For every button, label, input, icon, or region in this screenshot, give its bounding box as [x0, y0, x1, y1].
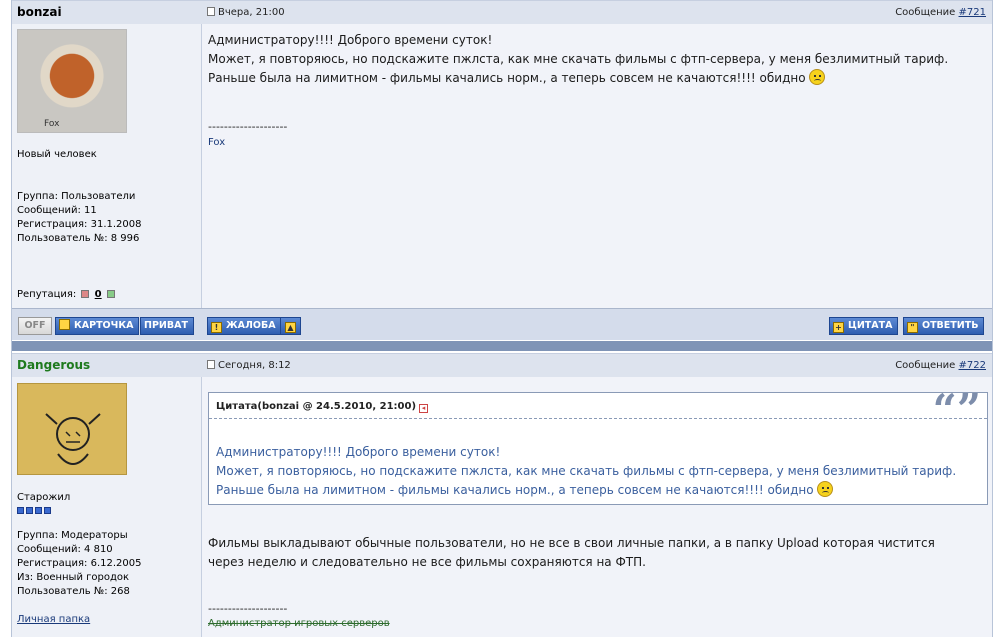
plus-icon: +	[833, 322, 844, 333]
private-message-button[interactable]: ПРИВАТ	[140, 317, 194, 335]
author-name[interactable]: Dangerous	[17, 358, 90, 372]
post-message: Фильмы выкладывают обычные пользователи,…	[208, 534, 935, 572]
message-prefix: Сообщение	[895, 360, 956, 371]
personal-folder-link[interactable]: Личная папка	[17, 613, 90, 627]
avatar[interactable]	[17, 383, 127, 475]
plus-icon[interactable]	[106, 290, 115, 298]
minus-icon[interactable]	[81, 290, 90, 298]
avatar-caption: Fox	[44, 119, 60, 129]
message-link[interactable]: #722	[959, 360, 986, 371]
sad-smiley-icon	[817, 481, 834, 497]
card-label: КАРТОЧКА	[74, 320, 134, 331]
user-rank: Старожил	[17, 492, 71, 503]
quote-label: ЦИТАТА	[848, 320, 893, 331]
quote-button[interactable]: + ЦИТАТА	[829, 317, 899, 335]
signature-separator: --------------------	[208, 120, 288, 133]
post-line: через неделю и следовательно не все филь…	[208, 555, 646, 569]
post-date-text: Сегодня, 8:12	[218, 360, 291, 371]
user-group: Группа: Пользователи	[17, 191, 136, 202]
star-icon	[26, 507, 33, 514]
quotation-mark-icon: “”	[932, 385, 981, 434]
signature-separator: --------------------	[208, 602, 288, 615]
post-actions-bar: OFF КАРТОЧКА ПРИВАТ ! ЖАЛОБА ▲ + ЦИТАТА " О…	[12, 308, 992, 340]
forum-frame: bonzai Вчера, 21:00 Сообщение #721 Fox Н…	[11, 0, 993, 637]
message-number: Сообщение #722	[895, 360, 986, 371]
post-line: Раньше была на лимитном - фильмы качалис…	[208, 69, 948, 88]
profile-card-button[interactable]: КАРТОЧКА	[55, 317, 140, 335]
quote-header: Цитата(bonzai @ 24.5.2010, 21:00) ◂ “”	[209, 389, 987, 431]
user-location: Из: Военный городок	[17, 572, 130, 583]
signature-link[interactable]: Fox	[208, 137, 225, 148]
private-label: ПРИВАТ	[144, 320, 188, 331]
rank-stars	[17, 505, 53, 519]
user-messages: Сообщений: 4 810	[17, 544, 113, 555]
star-icon	[17, 507, 24, 514]
user-number: Пользователь №: 268	[17, 586, 130, 597]
user-registered: Регистрация: 31.1.2008	[17, 219, 142, 230]
document-icon	[207, 360, 215, 369]
user-rank: Новый человек	[17, 149, 97, 160]
reputation-value[interactable]: 0	[95, 289, 102, 300]
quote-icon: "	[907, 322, 918, 333]
quote-text: Администратору!!!! Доброго времени суток…	[216, 443, 956, 500]
post-divider	[12, 341, 992, 351]
post-header: Dangerous Сегодня, 8:12 Сообщение #722	[12, 353, 992, 377]
reputation: Репутация: 0	[17, 288, 117, 302]
post-date-text: Вчера, 21:00	[218, 7, 285, 18]
user-icon	[59, 319, 70, 330]
post-line-text: Раньше была на лимитном - фильмы качалис…	[208, 71, 806, 85]
post-date: Сегодня, 8:12	[207, 360, 291, 371]
quote-line-text: Раньше была на лимитном - фильмы качалис…	[216, 483, 814, 497]
post-line: Может, я повторяюсь, но подскажите пжлст…	[208, 52, 949, 66]
report-button[interactable]: ! ЖАЛОБА	[207, 317, 282, 335]
message-link[interactable]: #721	[959, 7, 986, 18]
avatar-drawing	[45, 413, 101, 465]
reply-button[interactable]: " ОТВЕТИТЬ	[903, 317, 985, 335]
reply-label: ОТВЕТИТЬ	[922, 320, 979, 331]
sad-smiley-icon	[809, 69, 826, 85]
star-icon	[44, 507, 51, 514]
warning-icon: !	[211, 322, 222, 333]
post-line: Фильмы выкладывают обычные пользователи,…	[208, 536, 935, 550]
report-label: ЖАЛОБА	[226, 320, 276, 331]
post-header: bonzai Вчера, 21:00 Сообщение #721	[12, 0, 992, 24]
scroll-top-button[interactable]: ▲	[280, 317, 301, 335]
post-date: Вчера, 21:00	[207, 7, 285, 18]
quote-title: Цитата(bonzai @ 24.5.2010, 21:00) ◂	[216, 401, 429, 413]
message-number: Сообщение #721	[895, 7, 986, 18]
user-messages: Сообщений: 11	[17, 205, 97, 216]
quote-block: Цитата(bonzai @ 24.5.2010, 21:00) ◂ “” Ад…	[208, 389, 988, 505]
jump-to-post-icon[interactable]: ◂	[419, 404, 429, 413]
offline-status-button: OFF	[18, 317, 52, 335]
user-registered: Регистрация: 6.12.2005	[17, 558, 142, 569]
message-prefix: Сообщение	[895, 7, 956, 18]
post-line: Администратору!!!! Доброго времени суток…	[208, 33, 493, 47]
reputation-label: Репутация:	[17, 289, 77, 300]
user-group: Группа: Модераторы	[17, 530, 128, 541]
signature-text: Администратор игровых серверов	[208, 618, 390, 629]
document-icon	[207, 7, 215, 16]
quote-title-text: Цитата(bonzai @ 24.5.2010, 21:00)	[216, 401, 417, 412]
user-number: Пользователь №: 8 996	[17, 233, 140, 244]
post-message: Администратору!!!! Доброго времени суток…	[208, 31, 948, 88]
quote-line: Раньше была на лимитном - фильмы качалис…	[216, 481, 956, 500]
avatar[interactable]: Fox	[17, 29, 127, 133]
arrow-up-icon: ▲	[285, 322, 296, 333]
star-icon	[35, 507, 42, 514]
quote-line: Может, я повторяюсь, но подскажите пжлст…	[216, 464, 957, 478]
quote-line: Администратору!!!! Доброго времени суток…	[216, 445, 501, 459]
author-name[interactable]: bonzai	[17, 5, 62, 19]
